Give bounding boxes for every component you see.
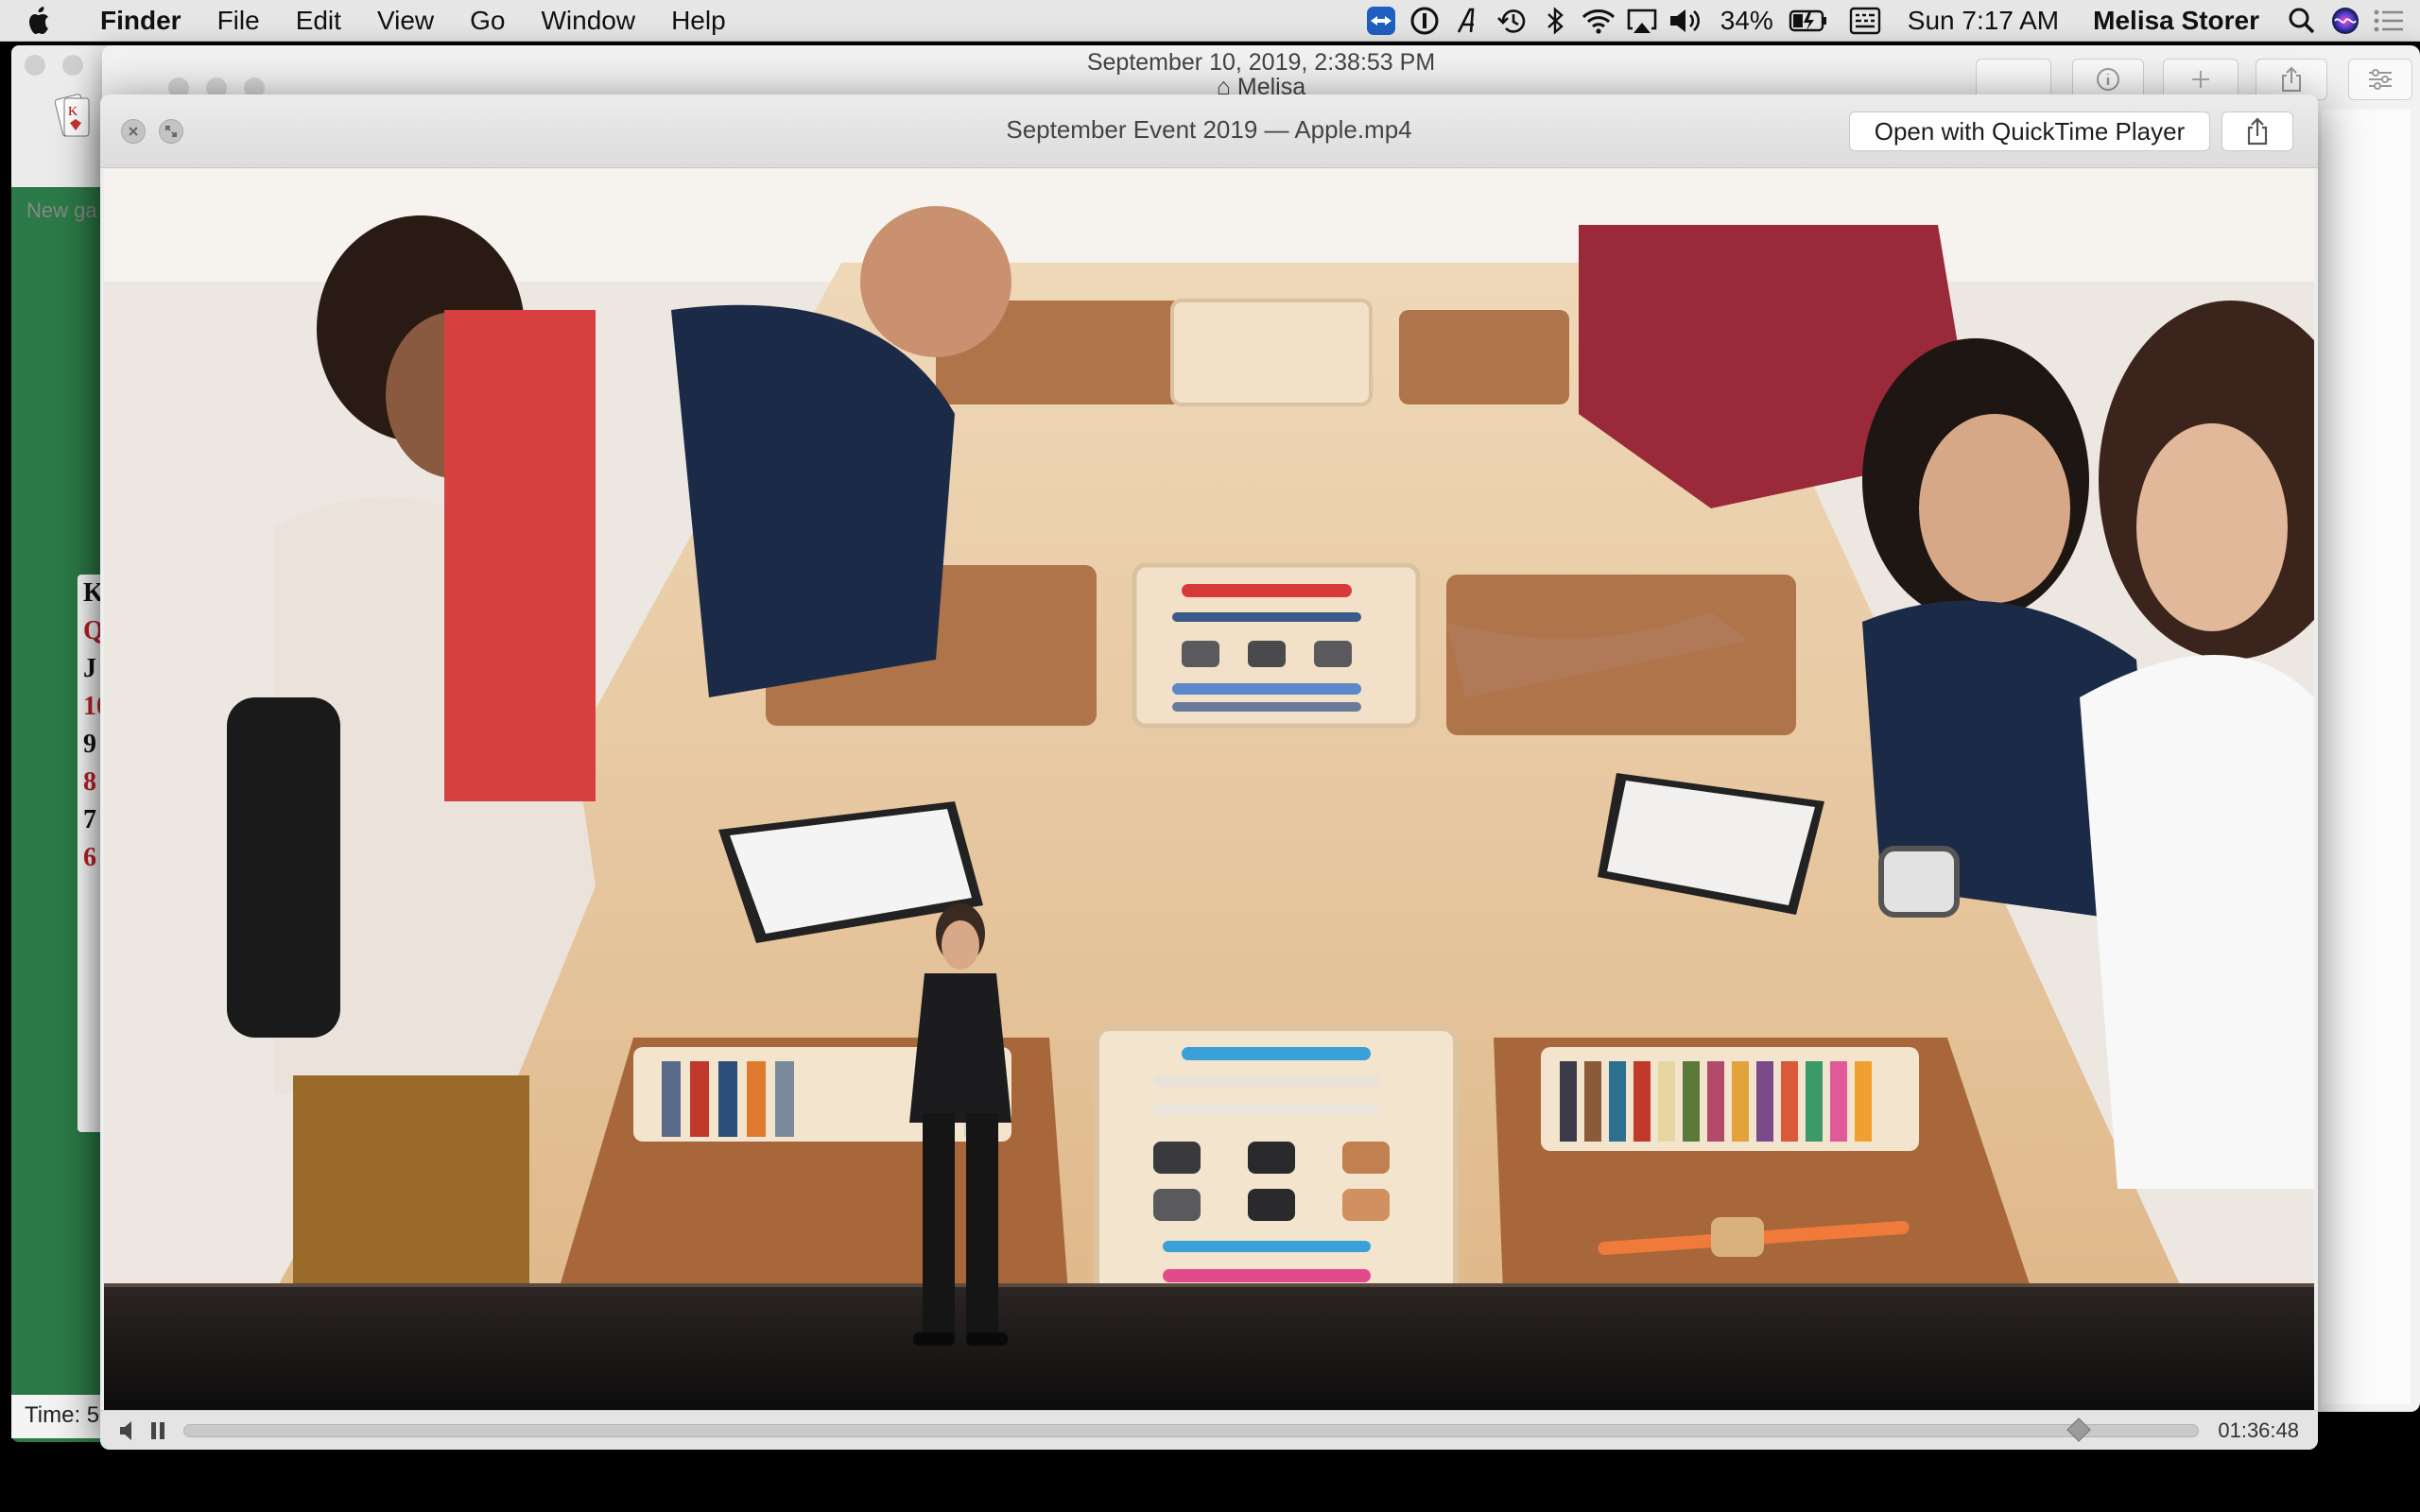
siri-icon[interactable] [2324,0,2367,42]
finder-preview-pane [2322,110,2411,1404]
info-icon [2097,68,2119,91]
menu-edit[interactable]: Edit [278,0,359,42]
user-name[interactable]: Melisa Storer [2072,0,2273,42]
pause-button[interactable] [146,1418,170,1443]
svg-text:K: K [68,105,78,119]
share-icon [2282,66,2301,92]
menu-finder[interactable]: Finder [79,0,199,42]
video-frame[interactable] [104,168,2314,1410]
stage-floor [104,1283,2314,1410]
input-source-icon[interactable] [1843,0,1887,42]
menu-view[interactable]: View [359,0,452,42]
solitaire-timer: Time: 5 [11,1395,113,1438]
status-area: 34% Sun 7:17 AM Melisa Storer [1359,0,2420,42]
spotlight-search-icon[interactable] [2280,0,2324,42]
finder-options-button[interactable] [2348,59,2412,100]
solitaire-close-button[interactable] [25,55,45,76]
clock[interactable]: Sun 7:17 AM [1887,0,2072,42]
wifi-icon[interactable] [1577,0,1620,42]
time-machine-icon[interactable] [1490,0,1533,42]
menu-file[interactable]: File [199,0,278,42]
sliders-icon [2369,69,2392,90]
quicklook-window[interactable]: September Event 2019 — Apple.mp4 Open wi… [100,94,2318,1450]
menu-help[interactable]: Help [653,0,744,42]
playback-controls: 01:36:48 [100,1410,2318,1450]
solitaire-minimize-button[interactable] [62,55,83,76]
volume-icon[interactable] [117,1418,142,1443]
notification-center-icon[interactable] [2367,0,2411,42]
menu-window[interactable]: Window [523,0,653,42]
font-icon[interactable] [1446,0,1490,42]
plus-icon [2192,71,2209,88]
quicklook-share-button[interactable] [2221,112,2293,151]
playhead-handle[interactable] [2066,1418,2091,1442]
quicklook-titlebar: September Event 2019 — Apple.mp4 Open wi… [100,94,2318,168]
new-game-icon[interactable]: K [54,93,93,140]
battery-charging-icon[interactable] [1787,0,1830,42]
new-game-label: New ga [26,198,97,222]
volume-icon[interactable] [1664,0,1707,42]
battery-percent: 34% [1720,6,1773,35]
bluetooth-icon[interactable] [1533,0,1577,42]
airplay-icon[interactable] [1620,0,1664,42]
keynote-video-still [104,168,2314,1410]
playback-scrubber[interactable] [183,1424,2199,1437]
open-with-quicktime-button[interactable]: Open with QuickTime Player [1849,112,2210,151]
pause-icon [151,1422,164,1439]
password-manager-icon[interactable] [1403,0,1446,42]
time-remaining: 01:36:48 [2218,1418,2299,1442]
menu-go[interactable]: Go [452,0,523,42]
share-icon [2247,117,2268,146]
teamviewer-icon[interactable] [1359,0,1403,42]
menu-bar: Finder File Edit View Go Window Help 34% [0,0,2420,42]
apple-menu-icon[interactable] [26,0,79,42]
